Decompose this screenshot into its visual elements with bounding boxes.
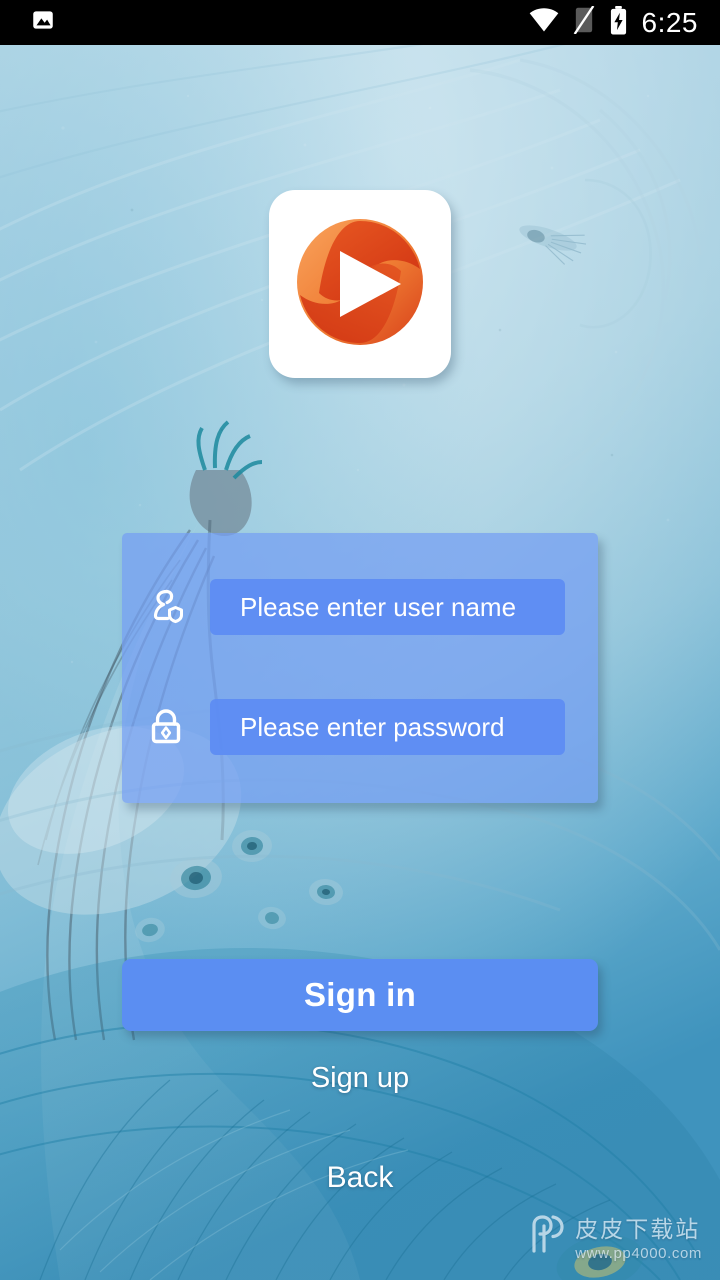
password-input[interactable] (210, 699, 565, 755)
site-watermark: 皮皮下载站 www.pp4000.com (526, 1210, 702, 1262)
sign-up-link[interactable]: Sign up (0, 1062, 720, 1095)
status-bar-notifications (0, 7, 56, 38)
status-bar-system-icons: 6:25 (529, 5, 720, 40)
app-logo (269, 190, 451, 378)
sign-in-button[interactable]: Sign in (122, 959, 598, 1031)
wifi-icon (529, 7, 559, 38)
photo-icon (30, 7, 56, 38)
media-player-logo-icon (285, 207, 435, 362)
username-field-row (122, 578, 598, 636)
status-bar-clock: 6:25 (641, 6, 698, 38)
login-form-panel (122, 533, 598, 803)
battery-charging-icon (609, 5, 628, 40)
watermark-url: www.pp4000.com (575, 1245, 702, 1262)
username-input[interactable] (210, 579, 565, 635)
status-bar: 6:25 (0, 0, 720, 45)
user-shield-icon (122, 578, 210, 636)
pp-logo-icon (526, 1213, 566, 1260)
watermark-site-name: 皮皮下载站 (575, 1217, 701, 1243)
logo-card (269, 190, 451, 378)
login-screen: 6:25 Please enter user name Sign in Sign… (0, 0, 720, 1280)
lock-icon (122, 698, 210, 756)
watermark-text: 皮皮下载站 www.pp4000.com (575, 1210, 702, 1262)
no-sim-icon (573, 5, 595, 39)
password-field-row (122, 698, 598, 756)
back-link[interactable]: Back (0, 1161, 720, 1195)
